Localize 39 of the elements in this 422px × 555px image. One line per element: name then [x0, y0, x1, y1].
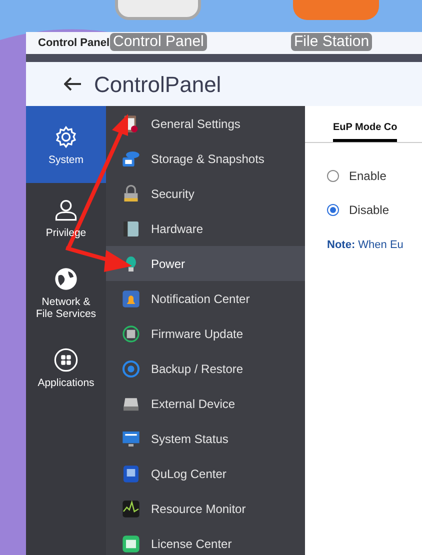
- menu-icon: [121, 324, 141, 344]
- window-title: Control Panel: [38, 36, 110, 51]
- nav-icon: [53, 347, 79, 373]
- menu-item[interactable]: License Center: [106, 526, 305, 555]
- app-label: File Station: [291, 33, 372, 51]
- back-icon[interactable]: [64, 77, 82, 91]
- menu-item[interactable]: Power: [106, 246, 305, 281]
- tab[interactable]: EuP Mode Co: [333, 120, 398, 142]
- menu-icon: [121, 218, 141, 238]
- nav-item[interactable]: Network & File Services: [26, 253, 106, 333]
- menu-item[interactable]: Hardware: [106, 211, 305, 246]
- menu-icon: [121, 428, 141, 448]
- menu-item[interactable]: Firmware Update: [106, 316, 305, 351]
- nav-icon: [53, 197, 79, 223]
- nav-item[interactable]: Applications: [26, 333, 106, 403]
- menu-icon: [121, 464, 141, 484]
- menu-item[interactable]: Storage & Snapshots: [106, 141, 305, 176]
- note-text: Note: When Eu: [327, 238, 404, 253]
- menu-item[interactable]: Security: [106, 176, 305, 211]
- menu-icon: [121, 534, 141, 554]
- menu-item[interactable]: QuLog Center: [106, 456, 305, 491]
- radio-button[interactable]: [327, 204, 339, 216]
- option-label: Enable: [349, 168, 386, 185]
- option-label: Disable: [349, 202, 390, 219]
- menu-icon: [121, 148, 141, 168]
- radio-button[interactable]: [327, 170, 339, 182]
- app-title: ControlPanel: [94, 70, 222, 98]
- nav-item[interactable]: System: [26, 106, 106, 183]
- menu-item[interactable]: Backup / Restore: [106, 351, 305, 386]
- menu-item[interactable]: System Status: [106, 421, 305, 456]
- nav-icon: [53, 124, 79, 150]
- app-label: Control Panel: [110, 33, 207, 51]
- menu-icon: [121, 498, 141, 518]
- menu-icon: [121, 358, 141, 378]
- nav-icon: [53, 266, 79, 292]
- menu-item[interactable]: Notification Center: [106, 281, 305, 316]
- menu-icon: [121, 288, 141, 308]
- menu-item[interactable]: External Device: [106, 386, 305, 421]
- menu-item[interactable]: Resource Monitor: [106, 491, 305, 526]
